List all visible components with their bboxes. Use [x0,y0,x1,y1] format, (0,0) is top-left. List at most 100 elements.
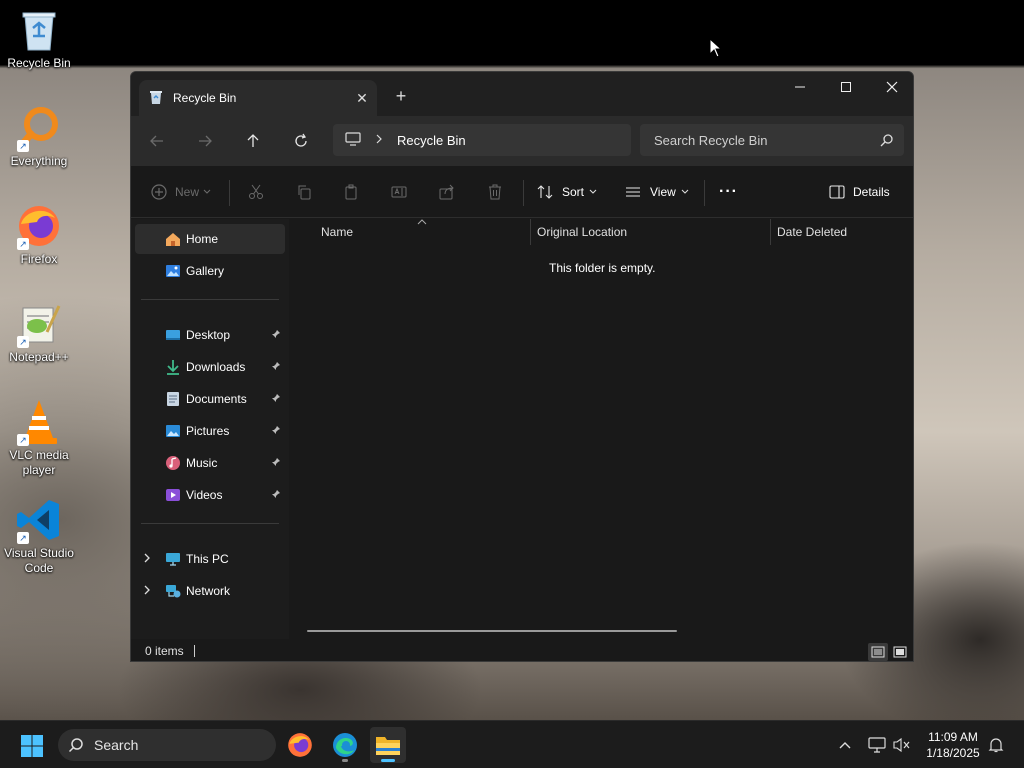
pin-icon[interactable] [271,425,281,435]
horizontal-scrollbar[interactable] [307,630,677,632]
search-icon [68,738,83,753]
sidebar-item-gallery[interactable]: Gallery [135,256,285,286]
pin-icon[interactable] [271,457,281,467]
maximize-button[interactable] [823,72,869,102]
pin-icon[interactable] [271,393,281,403]
clock-time: 11:09 AM [928,730,978,744]
clock-date: 1/18/2025 [926,746,980,760]
sidebar-item-label: This PC [186,552,229,566]
sidebar-item-pictures[interactable]: Pictures [135,416,285,446]
maximize-icon [841,82,851,92]
notifications-button[interactable] [986,733,1006,757]
chevron-right-icon[interactable] [143,584,151,596]
chevron-right-icon[interactable] [375,133,383,147]
recycle-bin-icon [149,89,163,108]
volume-button[interactable] [892,733,912,757]
sidebar-item-network[interactable]: Network [135,576,285,606]
taskbar-edge[interactable] [327,727,363,763]
sort-icon [537,185,553,199]
forward-button[interactable] [193,129,217,153]
music-icon [166,456,180,470]
monitor-icon [166,553,180,566]
desktop-icon-label: Notepad++ [9,350,69,364]
sort-button[interactable]: Sort [537,178,597,206]
network-icon [166,585,181,598]
close-tab-icon[interactable]: ✕ [347,90,377,107]
column-header-original-location[interactable]: Original Location [537,219,627,245]
refresh-icon [295,133,307,147]
sidebar-item-home[interactable]: Home [135,224,285,254]
column-header-name[interactable]: Name [321,219,353,245]
address-bar[interactable]: Recycle Bin [333,124,631,156]
title-bar: Recycle Bin ✕ + [131,72,913,116]
bell-icon [988,738,1004,753]
new-button[interactable]: New [151,178,211,206]
more-options-button[interactable]: ··· [719,178,738,206]
sidebar-item-this-pc[interactable]: This PC [135,544,285,574]
cut-button[interactable] [248,178,264,206]
desktop-icon-everything[interactable]: ↗ Everything [0,104,78,169]
sort-ascending-icon [417,219,427,225]
column-divider[interactable] [770,219,771,245]
desktop-icon-vscode[interactable]: ↗ Visual Studio Code [0,496,78,576]
home-icon [166,233,180,246]
sidebar-item-videos[interactable]: Videos [135,480,285,510]
minimize-button[interactable] [777,72,823,102]
details-view-icon [871,646,885,658]
sidebar-item-documents[interactable]: Documents [135,384,285,414]
taskbar-firefox[interactable] [282,727,318,763]
new-label: New [175,185,200,199]
command-bar: New Sort View ··· Details [131,166,913,218]
share-button[interactable] [439,178,455,206]
close-window-button[interactable] [869,72,913,102]
navigation-bar: Recycle Bin Search Recycle Bin [131,116,913,166]
view-button[interactable]: View [625,178,689,206]
sidebar-item-label: Network [186,584,231,598]
network-status-button[interactable] [866,733,888,757]
delete-button[interactable] [487,178,503,206]
new-tab-button[interactable]: + [389,84,413,108]
active-indicator [381,759,395,762]
column-divider[interactable] [530,219,531,245]
desktop-icon-notepadpp[interactable]: ↗ Notepad++ [0,300,78,365]
pin-icon[interactable] [271,361,281,371]
large-icons-view-button[interactable] [890,643,910,661]
pin-icon[interactable] [271,489,281,499]
copy-button[interactable] [296,178,312,206]
search-input[interactable]: Search Recycle Bin [640,124,904,156]
back-button[interactable] [145,129,169,153]
taskbar-file-explorer[interactable] [370,727,406,763]
share-icon [439,184,454,200]
mouse-cursor-icon [709,37,723,61]
rename-button[interactable] [391,178,407,206]
details-view-button[interactable] [868,643,888,661]
column-header-date-deleted[interactable]: Date Deleted [777,219,847,245]
taskbar-clock[interactable]: 11:09 AM 1/18/2025 [918,729,988,761]
sidebar-item-downloads[interactable]: Downloads [135,352,285,382]
show-hidden-icons-button[interactable] [836,733,854,757]
desktop-icon-label: Firefox [20,252,58,266]
refresh-button[interactable] [289,129,313,153]
desktop-icon-firefox[interactable]: ↗ Firefox [0,202,78,267]
taskbar-search-box[interactable]: Search [58,729,276,761]
sidebar-item-music[interactable]: Music [135,448,285,478]
details-pane-button[interactable]: Details [829,178,890,206]
tab-recycle-bin[interactable]: Recycle Bin ✕ [139,80,377,116]
start-button[interactable] [20,734,44,761]
up-button[interactable] [241,129,265,153]
download-icon [167,360,179,375]
running-indicator [342,759,348,762]
shortcut-arrow-icon: ↗ [17,434,29,446]
paste-button[interactable] [343,178,359,206]
breadcrumb-recycle-bin[interactable]: Recycle Bin [397,133,466,148]
pin-icon[interactable] [271,329,281,339]
tiles-view-icon [893,646,907,658]
sidebar-item-desktop[interactable]: Desktop [135,320,285,350]
chevron-right-icon[interactable] [143,552,151,564]
desktop-icon-recycle-bin[interactable]: Recycle Bin [0,6,78,71]
desktop-icon-label: Everything [10,154,68,168]
chevron-up-icon [839,742,851,749]
desktop-icon-vlc[interactable]: ↗ VLC media player [0,398,78,478]
back-arrow-icon [150,135,163,147]
plus-circle-icon [151,184,167,200]
